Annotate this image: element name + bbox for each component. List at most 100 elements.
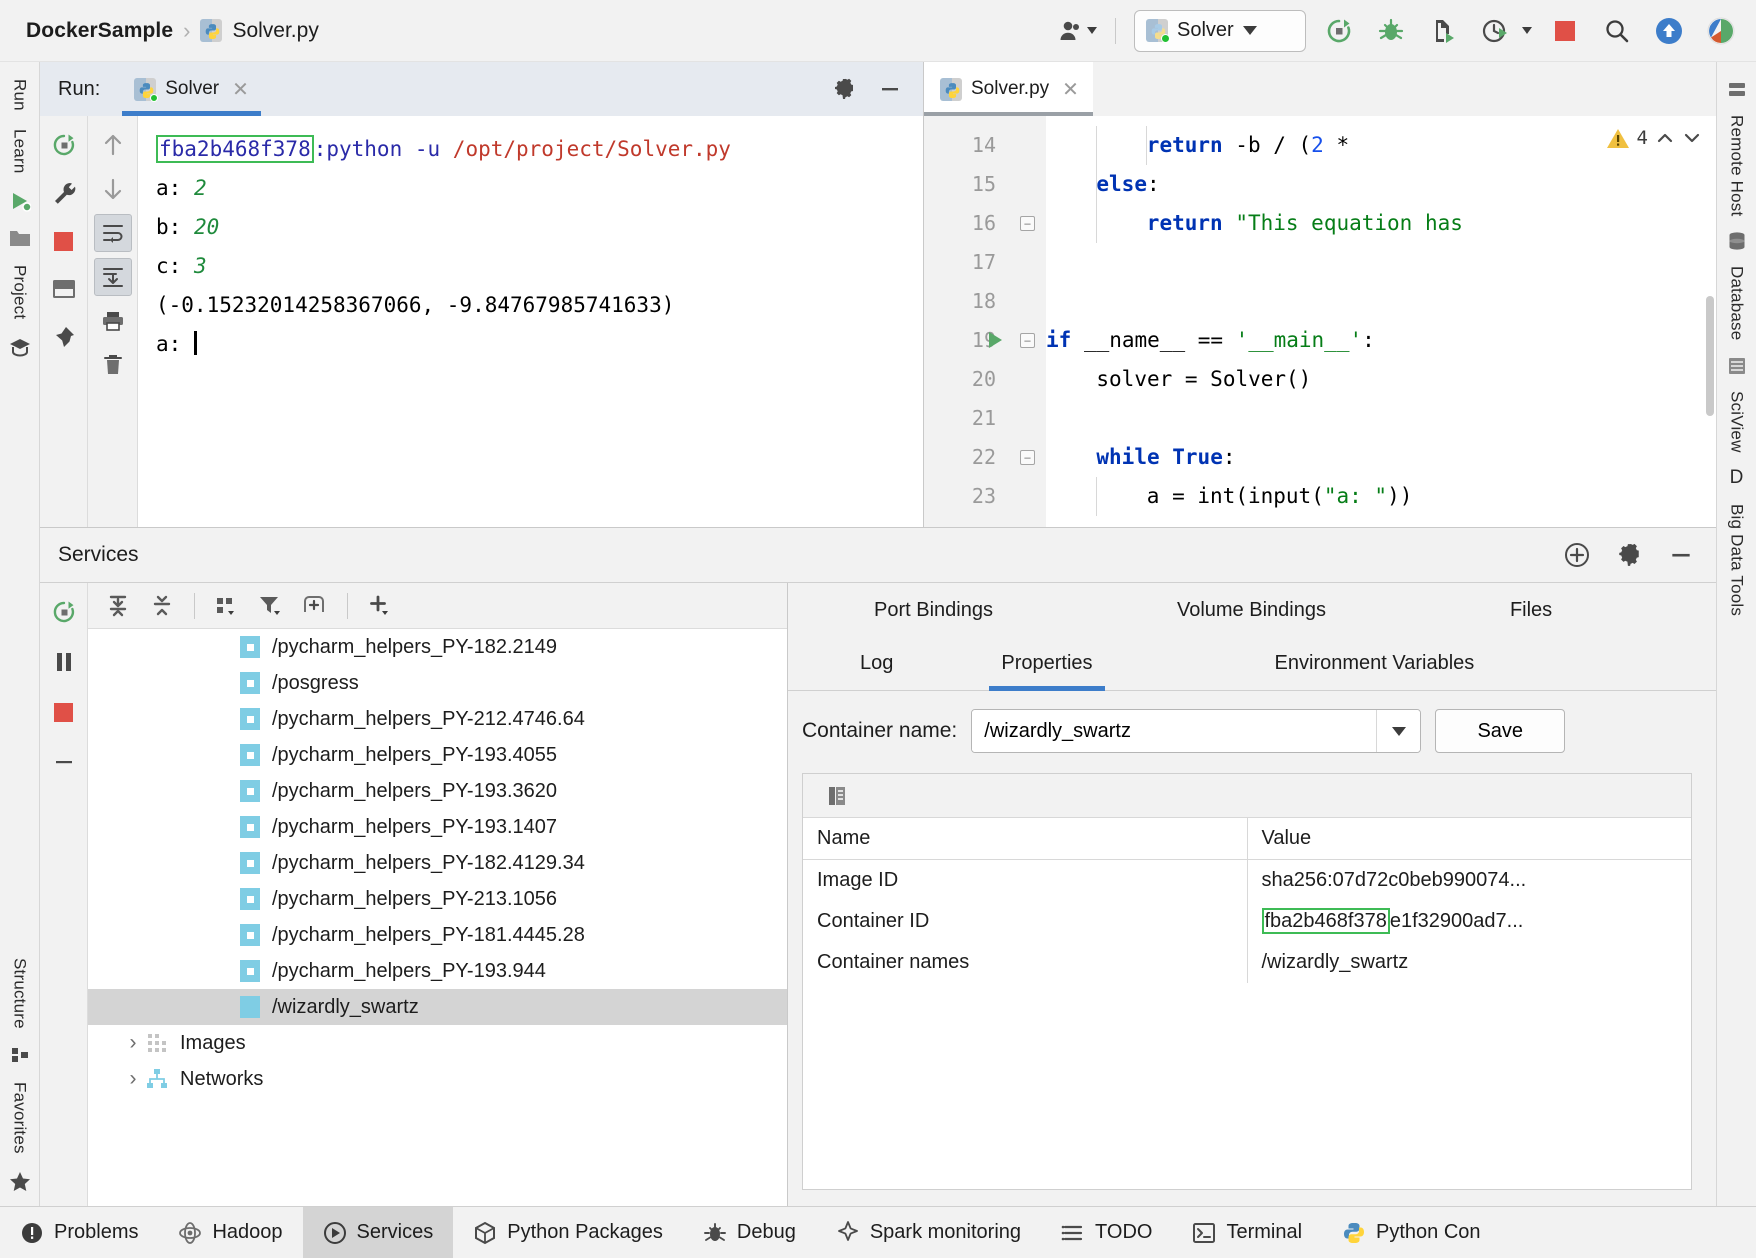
profile-icon[interactable] [1476, 12, 1514, 50]
save-button[interactable]: Save [1435, 709, 1565, 753]
structure-icon[interactable] [10, 1045, 30, 1065]
project-icon[interactable] [9, 228, 31, 248]
table-row[interactable]: Image IDsha256:07d72c0beb990074... [803, 860, 1691, 902]
wrench-icon[interactable] [45, 174, 83, 212]
database-icon[interactable] [1727, 231, 1747, 251]
tree-container-item[interactable]: /pycharm_helpers_PY-212.4746.64 [88, 701, 787, 737]
minimize-icon[interactable] [45, 743, 83, 781]
coverage-icon[interactable] [1424, 12, 1462, 50]
tree-container-item[interactable]: /pycharm_helpers_PY-193.944 [88, 953, 787, 989]
minimize-icon[interactable] [871, 70, 909, 108]
big-data-tools-icon[interactable]: D [1730, 467, 1744, 489]
fold-marker-icon[interactable]: − [1020, 216, 1035, 231]
add-icon[interactable] [360, 587, 400, 625]
docker-tree[interactable]: /pycharm_helpers_PY-182.2149/posgress/py… [88, 629, 787, 1206]
tree-container-item[interactable]: /posgress [88, 665, 787, 701]
status-tab-todo[interactable]: TODO [1041, 1207, 1172, 1258]
chevron-right-icon[interactable]: › [120, 1067, 146, 1091]
tree-container-item[interactable]: /pycharm_helpers_PY-182.2149 [88, 629, 787, 665]
editor-tab-solver-py[interactable]: Solver.py ✕ [924, 62, 1093, 116]
breadcrumb-project[interactable]: DockerSample [26, 19, 173, 43]
debug-icon[interactable] [1372, 12, 1410, 50]
plugin-icon[interactable] [1702, 12, 1740, 50]
tab-properties[interactable]: Properties [973, 637, 1120, 691]
new-tab-icon[interactable] [295, 587, 335, 625]
tree-container-item[interactable]: /pycharm_helpers_PY-193.1407 [88, 809, 787, 845]
collapse-all-icon[interactable] [142, 587, 182, 625]
sidebar-item-learn[interactable]: Learn [10, 122, 30, 180]
sidebar-item-project[interactable]: Project [10, 258, 30, 326]
status-tab-services[interactable]: Services [303, 1207, 454, 1258]
settings-icon[interactable] [825, 70, 863, 108]
rerun-icon[interactable] [45, 126, 83, 164]
learn-icon[interactable] [9, 337, 31, 357]
rerun-icon[interactable] [45, 593, 83, 631]
group-by-icon[interactable] [207, 587, 247, 625]
status-tab-python-con[interactable]: Python Con [1322, 1207, 1501, 1258]
column-header-name[interactable]: Name [803, 818, 1247, 860]
status-tab-spark-monitoring[interactable]: Spark monitoring [816, 1207, 1041, 1258]
tab-volume-bindings[interactable]: Volume Bindings [1149, 583, 1354, 637]
sidebar-item-structure[interactable]: Structure [10, 951, 30, 1036]
container-name-combo[interactable] [971, 709, 1421, 753]
status-tab-terminal[interactable]: Terminal [1172, 1207, 1322, 1258]
tree-group-networks[interactable]: ›Networks [88, 1061, 787, 1097]
tab-files[interactable]: Files [1482, 583, 1580, 637]
search-icon[interactable] [1598, 12, 1636, 50]
tree-container-item[interactable]: /pycharm_helpers_PY-193.4055 [88, 737, 787, 773]
sidebar-item-sciview[interactable]: SciView [1727, 384, 1747, 460]
soft-wrap-icon[interactable] [94, 214, 132, 252]
add-service-icon[interactable] [1558, 536, 1596, 574]
stop-icon[interactable] [45, 222, 83, 260]
table-row[interactable]: Container names/wizardly_swartz [803, 942, 1691, 983]
fold-marker-icon[interactable]: − [1020, 450, 1035, 465]
layout-icon[interactable] [45, 270, 83, 308]
status-tab-problems[interactable]: Problems [0, 1207, 158, 1258]
expand-all-icon[interactable] [98, 587, 138, 625]
tree-container-item[interactable]: /pycharm_helpers_PY-193.3620 [88, 773, 787, 809]
status-tab-hadoop[interactable]: Hadoop [158, 1207, 302, 1258]
run-configuration-selector[interactable]: Solver [1134, 10, 1306, 52]
run-tab-solver[interactable]: Solver ✕ [122, 62, 261, 116]
rerun-icon[interactable] [1320, 12, 1358, 50]
tree-container-item[interactable]: /wizardly_swartz [88, 989, 787, 1025]
tree-container-item[interactable]: /pycharm_helpers_PY-182.4129.34 [88, 845, 787, 881]
pause-icon[interactable] [45, 643, 83, 681]
source-code[interactable]: return -b / (2 *else:return "This equati… [1046, 116, 1716, 527]
pin-icon[interactable] [45, 318, 83, 356]
tree-container-item[interactable]: /pycharm_helpers_PY-213.1056 [88, 881, 787, 917]
column-header-value[interactable]: Value [1247, 818, 1691, 860]
tree-container-item[interactable]: /pycharm_helpers_PY-181.4445.28 [88, 917, 787, 953]
editor-scrollbar[interactable] [1706, 296, 1714, 416]
editor-code-area[interactable]: 14151617181920212223 −−− return -b / (2 … [924, 116, 1716, 527]
chevron-down-icon[interactable] [1522, 27, 1532, 34]
status-tab-python-packages[interactable]: Python Packages [453, 1207, 683, 1258]
close-icon[interactable]: ✕ [1062, 77, 1079, 102]
up-arrow-icon[interactable] [94, 126, 132, 164]
sidebar-item-run[interactable]: Run [10, 72, 30, 118]
sidebar-item-favorites[interactable]: Favorites [10, 1075, 30, 1161]
chevron-right-icon[interactable]: › [120, 1031, 146, 1055]
status-tab-debug[interactable]: Debug [683, 1207, 816, 1258]
stop-icon[interactable] [1546, 12, 1584, 50]
scroll-to-end-icon[interactable] [94, 258, 132, 296]
close-icon[interactable]: ✕ [232, 77, 249, 102]
breadcrumb-file[interactable]: Solver.py [232, 19, 318, 43]
tree-group-images[interactable]: ›Images [88, 1025, 787, 1061]
user-avatar-icon[interactable] [1059, 12, 1097, 50]
stop-icon[interactable] [45, 693, 83, 731]
filter-icon[interactable] [251, 587, 291, 625]
tab-port-bindings[interactable]: Port Bindings [846, 583, 1021, 637]
tab-log[interactable]: Log [832, 637, 921, 691]
fold-marker-icon[interactable]: − [1020, 333, 1035, 348]
print-icon[interactable] [94, 302, 132, 340]
inspection-widget[interactable]: 4 [1600, 124, 1708, 152]
down-arrow-icon[interactable] [94, 170, 132, 208]
chevron-down-icon[interactable] [1376, 710, 1420, 752]
chevron-up-icon[interactable] [1655, 128, 1675, 148]
update-icon[interactable] [1650, 12, 1688, 50]
favorites-icon[interactable] [9, 1171, 31, 1192]
sidebar-item-remote-host[interactable]: Remote Host [1727, 108, 1747, 223]
copy-icon[interactable] [817, 777, 857, 815]
minimize-icon[interactable] [1662, 536, 1700, 574]
